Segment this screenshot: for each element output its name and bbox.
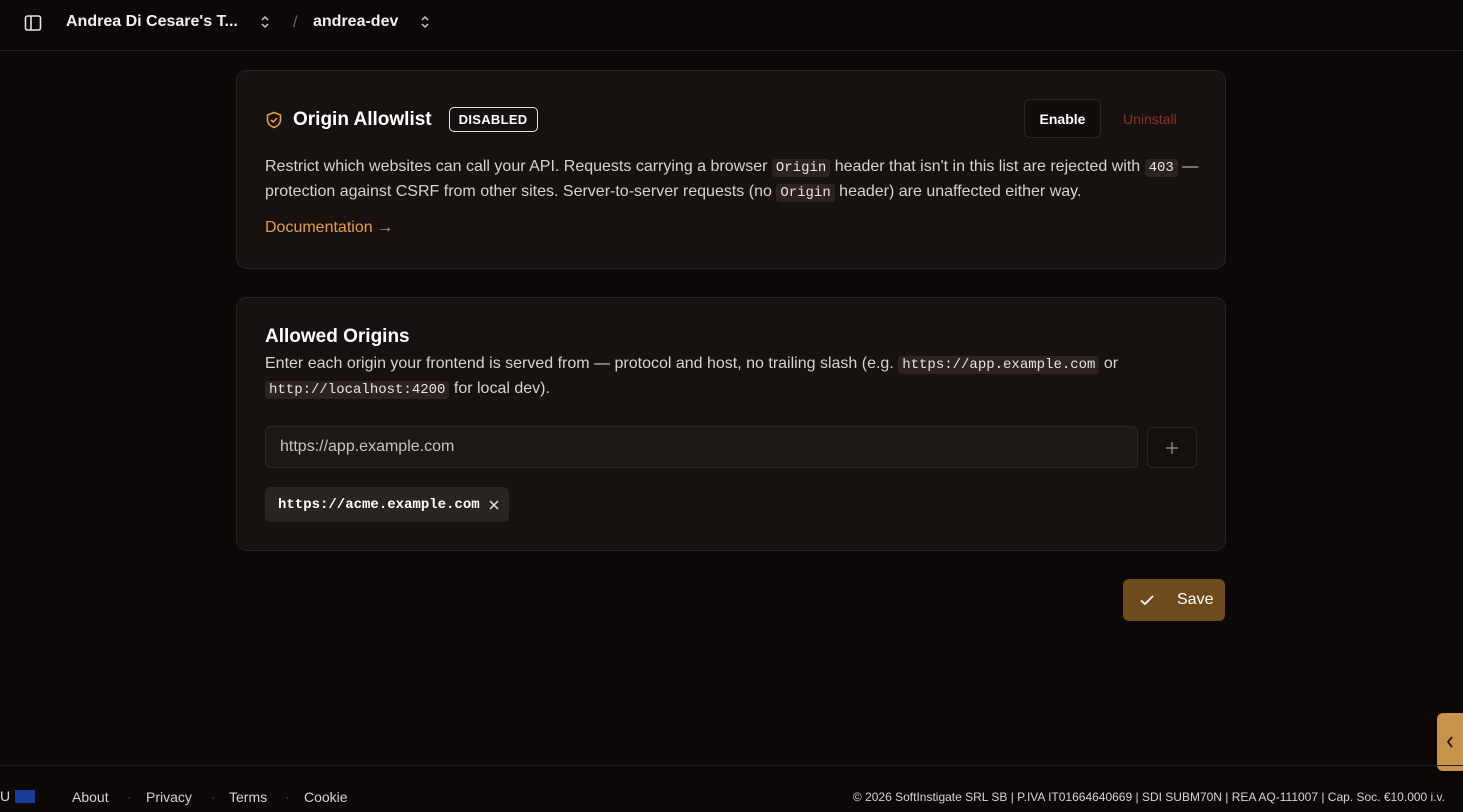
section-description: Enter each origin your frontend is serve… (265, 355, 1119, 399)
origin-tag-label: https://acme.example.com (278, 496, 480, 513)
allowed-origins-card: Allowed Origins Enter each origin your f… (236, 297, 1226, 551)
code-origin: Origin (771, 159, 831, 177)
origin-allowlist-card: Origin Allowlist DISABLED Enable Uninsta… (236, 70, 1226, 269)
check-icon (1140, 595, 1154, 606)
close-icon[interactable] (489, 499, 499, 510)
uninstall-button[interactable]: Uninstall (1109, 99, 1191, 138)
copyright-text: © 2026 SoftInstigate SRL SB | P.IVA IT01… (852, 790, 1445, 804)
plus-icon (1166, 441, 1178, 454)
code-example: http://localhost:4200 (265, 381, 450, 399)
footer: U About · Privacy · Terms · Cookie © 202… (0, 765, 1463, 812)
save-button[interactable]: Save (1123, 579, 1225, 621)
footer-link-about[interactable]: About (72, 789, 109, 805)
footer-separator: · (211, 789, 216, 805)
section-title: Allowed Origins (265, 326, 410, 347)
footer-link-terms[interactable]: Terms (229, 789, 267, 805)
origin-input[interactable] (265, 426, 1138, 468)
project-switcher[interactable]: andrea-dev (313, 13, 430, 31)
code-origin: Origin (776, 184, 835, 202)
chevron-left-icon (1446, 736, 1453, 748)
origin-tag: https://acme.example.com (265, 487, 509, 522)
eu-flag-icon (15, 790, 35, 803)
region-label[interactable]: U (0, 788, 10, 804)
footer-separator: · (285, 789, 290, 805)
breadcrumb-separator: / (293, 14, 298, 31)
add-origin-button[interactable] (1147, 427, 1197, 468)
chevron-up-down-icon (261, 15, 269, 29)
chevron-up-down-icon (421, 15, 429, 29)
documentation-link[interactable]: Documentation → (265, 219, 393, 237)
card-header: Origin Allowlist DISABLED (265, 107, 538, 132)
footer-link-privacy[interactable]: Privacy (146, 789, 192, 805)
team-name: Andrea Di Cesare's T... (66, 13, 238, 30)
side-panel-toggle[interactable] (1437, 713, 1463, 771)
shield-check-icon (266, 111, 282, 128)
project-name: andrea-dev (313, 13, 399, 30)
code-example: https://app.example.com (898, 356, 1100, 374)
footer-separator: · (127, 789, 132, 805)
enable-button[interactable]: Enable (1024, 99, 1101, 138)
save-label: Save (1177, 591, 1214, 608)
top-bar: Andrea Di Cesare's T... / andrea-dev (0, 0, 1463, 51)
sidebar-toggle-icon[interactable] (24, 14, 42, 32)
card-title: Origin Allowlist (293, 108, 432, 130)
footer-link-cookie[interactable]: Cookie (304, 789, 348, 805)
card-description: Restrict which websites can call your AP… (265, 158, 1199, 202)
status-badge: DISABLED (448, 107, 538, 132)
team-switcher[interactable]: Andrea Di Cesare's T... (66, 13, 270, 31)
code-403: 403 (1144, 159, 1178, 177)
